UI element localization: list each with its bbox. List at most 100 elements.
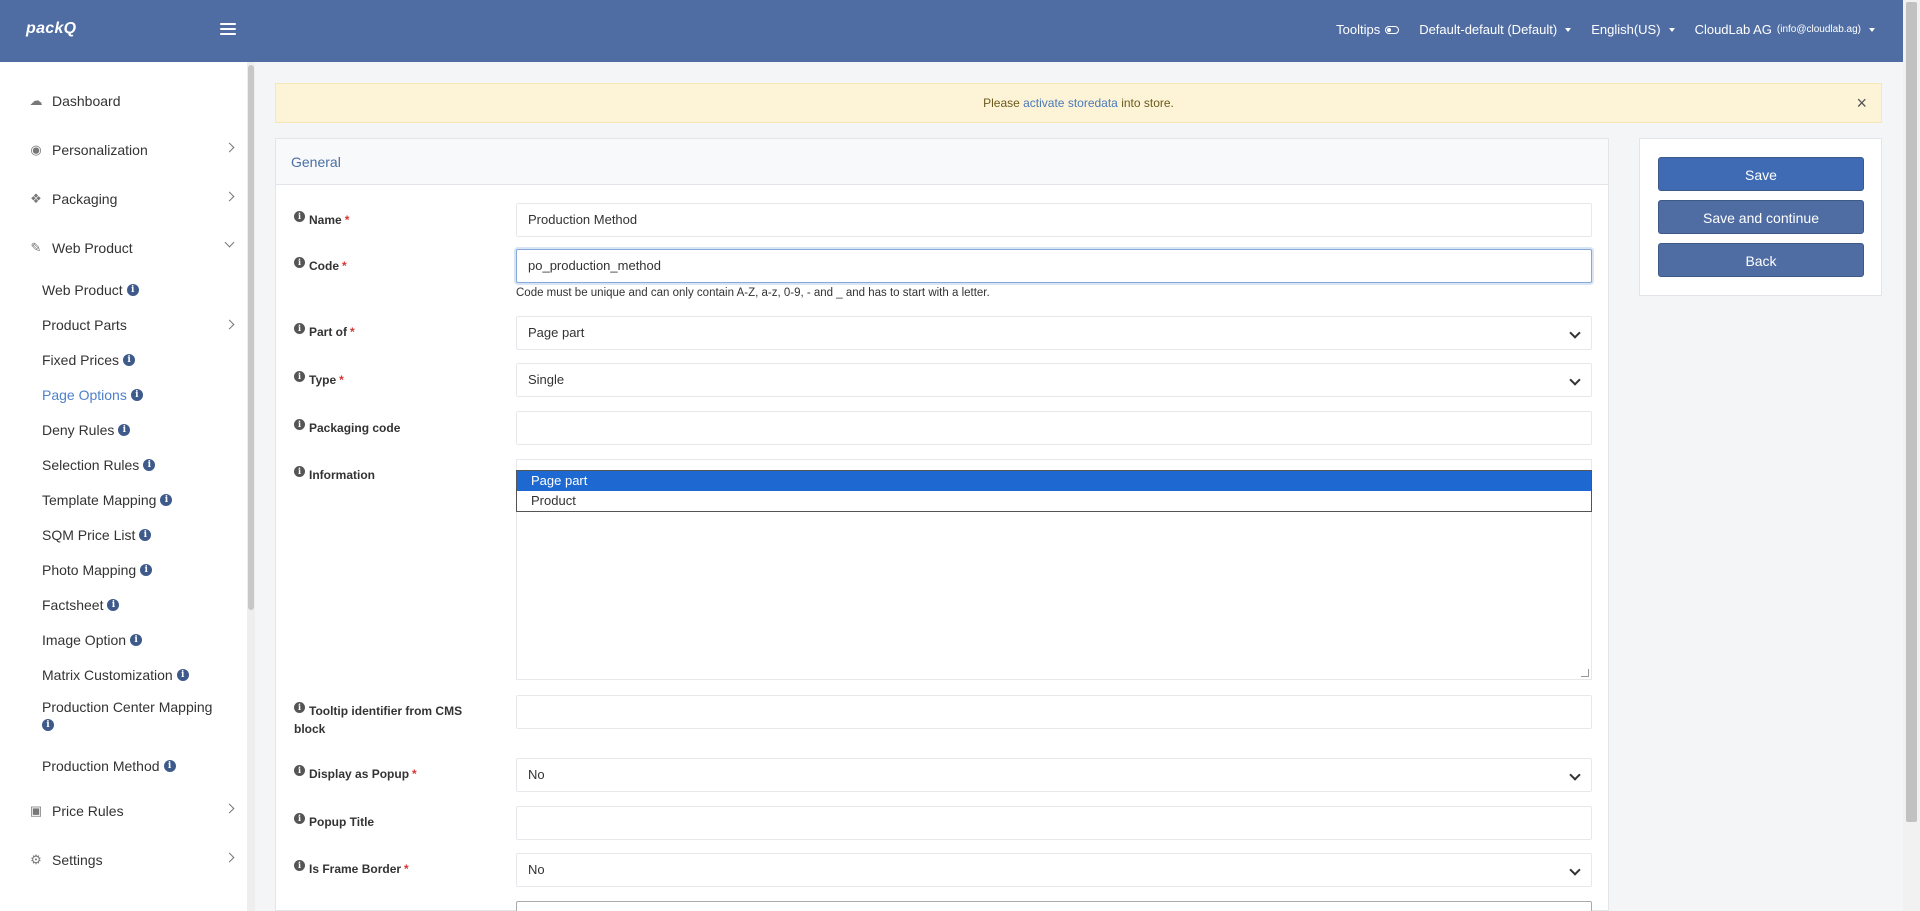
store-switcher[interactable]: Default-default (Default) bbox=[1419, 22, 1572, 37]
app-logo[interactable]: packQ bbox=[26, 20, 76, 38]
menu-toggle-icon[interactable] bbox=[220, 22, 236, 36]
part-of-select[interactable]: Page part bbox=[516, 316, 1592, 350]
info-icon: i bbox=[123, 354, 136, 366]
info-icon: i bbox=[294, 257, 305, 268]
info-icon: i bbox=[294, 419, 305, 430]
next-field-input[interactable] bbox=[516, 901, 1592, 911]
sidebar-sub-image-option[interactable]: Image Option i bbox=[42, 629, 235, 651]
cloud-icon: ☁ bbox=[29, 93, 43, 108]
sidebar-item-personalization[interactable]: ◉ Personalization bbox=[28, 135, 235, 165]
sidebar-scrollbar[interactable] bbox=[247, 62, 255, 911]
info-icon: i bbox=[107, 599, 120, 611]
sub-item-label: Production Method bbox=[42, 758, 160, 774]
tooltip-identifier-label: i Tooltip identifier from CMS block bbox=[294, 702, 463, 736]
alert-text: Please bbox=[983, 96, 1024, 110]
info-icon: i bbox=[139, 529, 152, 541]
info-icon: i bbox=[118, 424, 131, 436]
sidebar-sub-factsheet[interactable]: Factsheet i bbox=[42, 594, 235, 616]
type-select[interactable]: Single bbox=[516, 363, 1592, 397]
sidebar-item-label: Personalization bbox=[52, 142, 148, 158]
info-icon: i bbox=[294, 765, 305, 776]
sidebar-sub-fixed-prices[interactable]: Fixed Prices i bbox=[42, 349, 235, 371]
sub-item-label: Page Options bbox=[42, 387, 127, 403]
chevron-right-icon bbox=[224, 191, 235, 202]
part-of-label: i Part of * bbox=[294, 323, 355, 341]
sidebar-item-price-rules[interactable]: ▣ Price Rules bbox=[28, 796, 235, 826]
packaging-code-input[interactable] bbox=[516, 411, 1592, 445]
sidebar-item-label: Packaging bbox=[52, 191, 118, 207]
info-icon: i bbox=[176, 669, 189, 681]
sidebar-item-dashboard[interactable]: ☁ Dashboard bbox=[28, 86, 235, 116]
sidebar-sub-web-product[interactable]: Web Product i bbox=[42, 279, 235, 301]
save-button[interactable]: Save bbox=[1658, 157, 1864, 191]
info-icon: i bbox=[130, 634, 143, 646]
frame-border-select[interactable]: No bbox=[516, 853, 1592, 887]
tooltip-identifier-input[interactable] bbox=[516, 695, 1592, 729]
save-and-continue-button[interactable]: Save and continue bbox=[1658, 200, 1864, 234]
sidebar-sub-sqm-price-list[interactable]: SQM Price List i bbox=[42, 524, 235, 546]
name-label: i Name * bbox=[294, 211, 349, 229]
sidebar-item-web-product[interactable]: ✎ Web Product bbox=[28, 233, 235, 263]
info-icon: i bbox=[163, 760, 176, 772]
info-icon: i bbox=[294, 860, 305, 871]
account-email: (info@cloudlab.ag) bbox=[1776, 24, 1861, 35]
sidebar-item-settings[interactable]: ⚙ Settings bbox=[28, 845, 235, 875]
dropdown-option-page-part[interactable]: Page part bbox=[517, 471, 1591, 491]
sidebar-item-packaging[interactable]: ❖ Packaging bbox=[28, 184, 235, 214]
chevron-right-icon bbox=[224, 852, 235, 863]
page-scrollbar[interactable] bbox=[1903, 0, 1920, 911]
sidebar-sub-template-mapping[interactable]: Template Mapping i bbox=[42, 489, 235, 511]
popup-title-input[interactable] bbox=[516, 806, 1592, 840]
code-label: i Code * bbox=[294, 257, 347, 275]
info-icon: i bbox=[294, 211, 305, 222]
display-popup-label: i Display as Popup * bbox=[294, 765, 417, 783]
caret-down-icon bbox=[1668, 27, 1675, 32]
sidebar-sub-page-options[interactable]: Page Options i bbox=[42, 384, 235, 406]
info-icon: i bbox=[130, 389, 143, 401]
actions-panel: Save Save and continue Back bbox=[1639, 138, 1882, 296]
information-label: i Information bbox=[294, 466, 375, 484]
sidebar-item-label: Web Product bbox=[52, 240, 133, 256]
sidebar-sub-photo-mapping[interactable]: Photo Mapping i bbox=[42, 559, 235, 581]
sub-item-label: Production Center Mapping bbox=[42, 699, 213, 715]
sub-item-label: Selection Rules bbox=[42, 457, 140, 473]
info-icon: i bbox=[294, 466, 305, 477]
money-icon: ▣ bbox=[29, 803, 43, 818]
dropdown-option-product[interactable]: Product bbox=[517, 491, 1591, 511]
info-icon: i bbox=[294, 323, 305, 334]
sidebar-sub-matrix-customization[interactable]: Matrix Customization i bbox=[42, 664, 235, 686]
info-icon: i bbox=[140, 564, 153, 576]
toggle-icon[interactable] bbox=[1385, 25, 1400, 34]
type-label: i Type * bbox=[294, 371, 344, 389]
account-menu[interactable]: CloudLab AG (info@cloudlab.ag) bbox=[1695, 22, 1875, 37]
activate-storedata-link[interactable]: activate storedata bbox=[1023, 96, 1118, 110]
caret-down-icon bbox=[1565, 27, 1572, 32]
sub-item-label: SQM Price List bbox=[42, 527, 136, 543]
tooltips-toggle[interactable]: Tooltips bbox=[1336, 22, 1400, 37]
sidebar-sub-deny-rules[interactable]: Deny Rules i bbox=[42, 419, 235, 441]
scrollbar-thumb[interactable] bbox=[1906, 2, 1917, 822]
part-of-dropdown-list: Page part Product bbox=[516, 470, 1592, 512]
sidebar-scrollbar-thumb[interactable] bbox=[248, 65, 254, 610]
sidebar-sub-selection-rules[interactable]: Selection Rules i bbox=[42, 454, 235, 476]
sub-item-label: Image Option bbox=[42, 632, 127, 648]
info-icon: i bbox=[143, 459, 156, 471]
code-input[interactable]: po_production_method bbox=[516, 249, 1592, 283]
popup-title-label: i Popup Title bbox=[294, 813, 374, 831]
section-title: General bbox=[276, 139, 1608, 185]
name-input[interactable]: Production Method bbox=[516, 203, 1592, 237]
display-popup-select[interactable]: No bbox=[516, 758, 1592, 792]
alert-text: into store. bbox=[1117, 96, 1174, 110]
chevron-down-icon bbox=[224, 237, 235, 248]
resize-handle[interactable] bbox=[1581, 669, 1589, 677]
sidebar-sub-production-method[interactable]: Production Method i bbox=[42, 755, 235, 777]
back-button[interactable]: Back bbox=[1658, 243, 1864, 277]
code-help-text: Code must be unique and can only contain… bbox=[516, 287, 990, 299]
close-icon[interactable]: × bbox=[1856, 84, 1867, 122]
language-switcher[interactable]: English(US) bbox=[1591, 22, 1675, 37]
sidebar-sub-production-center-mapping[interactable]: Production Center Mapping i bbox=[42, 699, 235, 739]
account-name: CloudLab AG bbox=[1694, 22, 1772, 37]
chevron-right-icon bbox=[224, 803, 235, 814]
sub-item-label: Fixed Prices bbox=[42, 352, 120, 368]
sidebar-sub-product-parts[interactable]: Product Parts bbox=[42, 314, 235, 336]
